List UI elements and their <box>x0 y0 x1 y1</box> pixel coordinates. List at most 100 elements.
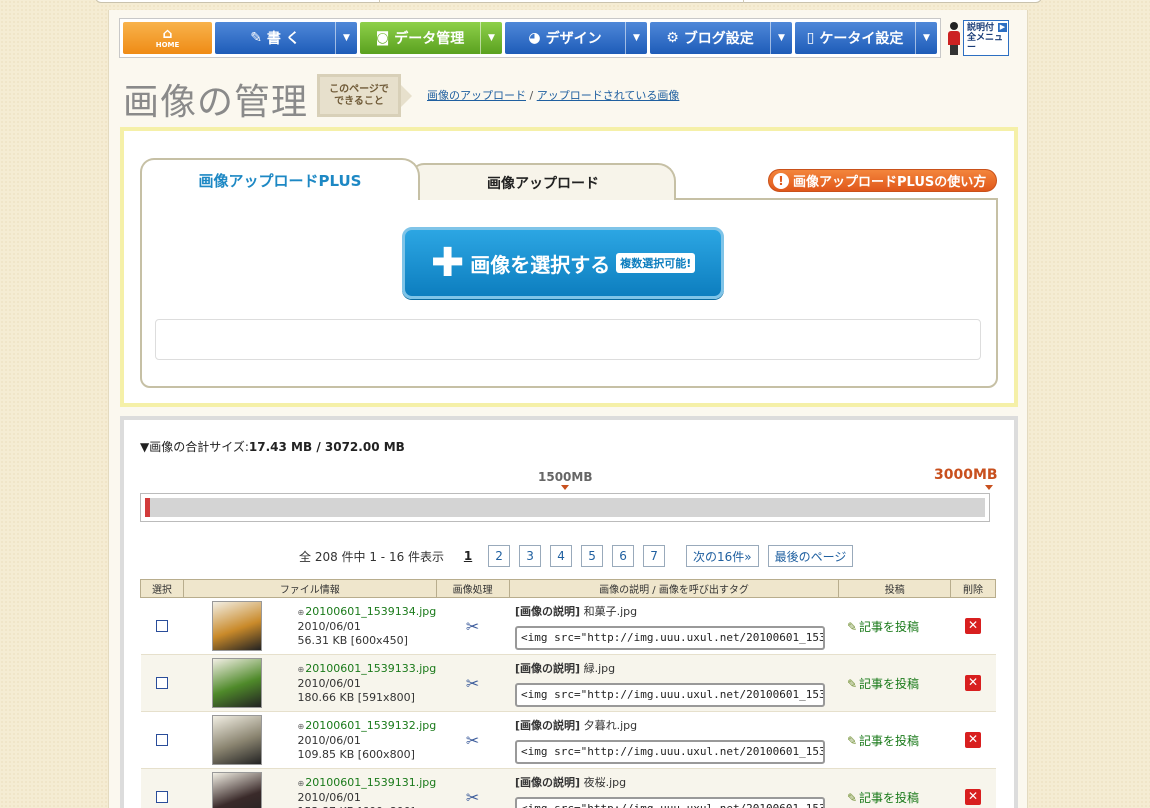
delete-icon[interactable]: ✕ <box>965 618 982 634</box>
image-thumbnail[interactable] <box>212 715 263 765</box>
file-info: 20100601_1539133.jpg2010/06/01180.66 KB … <box>278 662 437 705</box>
breadcrumb: 画像のアップロード / アップロードされている画像 <box>427 87 679 103</box>
col-select: 選択 <box>140 579 184 598</box>
file-name-link[interactable]: 20100601_1539134.jpg <box>298 605 436 620</box>
link-image-upload[interactable]: 画像のアップロード <box>427 89 526 102</box>
description-cell: [画像の説明] 夕暮れ.jpg <img src="http://img.uuu.… <box>509 711 839 769</box>
nav-data-main[interactable]: ◙ データ管理 <box>360 22 480 54</box>
nav-write[interactable]: ✎ 書 く ▼ <box>215 22 357 54</box>
home-icon: ⌂ <box>162 26 173 42</box>
select-checkbox[interactable] <box>155 791 168 803</box>
image-tag-field[interactable]: <img src="http://img.uuu.uxul.net/201006… <box>515 796 826 808</box>
nav-mobile-settings[interactable]: ▯ ケータイ設定 ▼ <box>795 22 937 54</box>
select-checkbox[interactable] <box>155 677 168 689</box>
nav-data-label: データ管理 <box>394 31 465 47</box>
file-size: 180.66 KB [591x800] <box>297 690 415 704</box>
page-link-7[interactable]: 7 <box>643 545 666 567</box>
page-link-2[interactable]: 2 <box>488 545 511 567</box>
nav-design-label: デザイン <box>545 31 602 47</box>
next-page-link[interactable]: 次の16件» <box>686 545 759 567</box>
post-article-link[interactable]: ✎ 記事を投稿 <box>839 675 951 692</box>
tab-image-upload-plus[interactable]: 画像アップロードPLUS <box>140 158 420 200</box>
link-uploaded-images[interactable]: アップロードされている画像 <box>537 89 680 102</box>
select-checkbox[interactable] <box>155 620 168 632</box>
scissors-icon[interactable]: ✂ <box>436 674 509 693</box>
pencil-icon: ✎ <box>250 30 262 46</box>
full-menu-button[interactable]: 説明付 全メニュー ▶ <box>947 20 1011 56</box>
chevron-down-icon[interactable]: ▼ <box>480 22 502 54</box>
file-date: 2010/06/01 <box>297 619 361 633</box>
upload-queue-area <box>155 319 981 360</box>
post-article-link[interactable]: ✎ 記事を投稿 <box>839 732 951 749</box>
upload-panel: ✚ 画像を選択する 複数選択可能! 画像アップロード 画像アップロードPLUS … <box>120 127 1018 407</box>
chevron-down-icon[interactable]: ▼ <box>915 22 937 54</box>
select-image-button[interactable]: ✚ 画像を選択する 複数選択可能! <box>402 227 724 299</box>
page-link-4[interactable]: 4 <box>550 545 573 567</box>
pencil-icon: ✎ <box>846 733 858 748</box>
can-do-line1: このページで <box>329 83 389 95</box>
col-delete: 削除 <box>950 579 996 598</box>
table-row: 20100601_1539133.jpg2010/06/01180.66 KB … <box>140 654 996 712</box>
nav-design-main[interactable]: ◕ デザイン <box>505 22 625 54</box>
page-link-5[interactable]: 5 <box>581 545 604 567</box>
arrow-right-icon: ▶ <box>998 23 1007 32</box>
nav-home-label: HOME <box>155 41 180 49</box>
col-image-process: 画像処理 <box>435 579 510 598</box>
delete-icon[interactable]: ✕ <box>965 789 982 805</box>
page-link-1[interactable]: 1 <box>457 545 479 567</box>
select-checkbox[interactable] <box>155 734 168 746</box>
image-tag-field[interactable]: <img src="http://img.uuu.uxul.net/201006… <box>515 625 826 650</box>
image-tag-field[interactable]: <img src="http://img.uuu.uxul.net/201006… <box>515 739 826 764</box>
tab-image-upload[interactable]: 画像アップロード <box>410 163 676 200</box>
top-strip-divider <box>743 0 744 3</box>
chevron-down-icon[interactable]: ▼ <box>335 22 357 54</box>
mobile-phone-icon: ▯ <box>806 30 815 46</box>
delete-icon[interactable]: ✕ <box>965 675 982 691</box>
post-article-link[interactable]: ✎ 記事を投稿 <box>839 789 951 806</box>
scissors-icon[interactable]: ✂ <box>436 788 509 807</box>
chevron-down-icon[interactable]: ▼ <box>625 22 647 54</box>
file-info: 20100601_1539131.jpg2010/06/01152.87 KB … <box>278 776 437 808</box>
nav-mobile-main[interactable]: ▯ ケータイ設定 <box>795 22 915 54</box>
nav-blog-settings[interactable]: ⚙ ブログ設定 ▼ <box>650 22 792 54</box>
gear-icon: ⚙ <box>666 30 679 46</box>
nav-blog-main[interactable]: ⚙ ブログ設定 <box>650 22 770 54</box>
file-name-link[interactable]: 20100601_1539132.jpg <box>298 719 436 734</box>
table-row: 20100601_1539134.jpg2010/06/0156.31 KB [… <box>140 597 996 655</box>
description-value: 夜桜.jpg <box>583 775 627 789</box>
chevron-down-icon[interactable]: ▼ <box>770 22 792 54</box>
page-link-6[interactable]: 6 <box>612 545 635 567</box>
nav-data[interactable]: ◙ データ管理 ▼ <box>360 22 502 54</box>
select-cell <box>140 654 184 712</box>
total-size: ▼画像の合計サイズ:17.43 MB / 3072.00 MB <box>140 438 405 455</box>
description-label: [画像の説明] <box>515 661 581 675</box>
meter-mark-3000: 3000MB <box>934 467 998 483</box>
image-table: 選択 ファイル情報 画像処理 画像の説明 / 画像を呼び出すタグ 投稿 削除 2… <box>140 579 996 808</box>
page-link-3[interactable]: 3 <box>519 545 542 567</box>
nav-write-main[interactable]: ✎ 書 く <box>215 22 335 54</box>
image-thumbnail[interactable] <box>212 658 263 708</box>
upload-plus-help-button[interactable]: ! 画像アップロードPLUSの使い方 <box>768 169 998 192</box>
image-thumbnail[interactable] <box>212 772 263 808</box>
image-tag-field[interactable]: <img src="http://img.uuu.uxul.net/201006… <box>515 682 826 707</box>
description-value: 和菓子.jpg <box>583 604 638 618</box>
nav-design[interactable]: ◕ デザイン ▼ <box>505 22 647 54</box>
image-thumbnail[interactable] <box>212 601 263 651</box>
scissors-icon[interactable]: ✂ <box>436 617 509 636</box>
post-article-link[interactable]: ✎ 記事を投稿 <box>839 618 951 635</box>
last-page-link[interactable]: 最後のページ <box>767 545 854 567</box>
full-menu-board: 説明付 全メニュー ▶ <box>963 20 1009 56</box>
delete-cell: ✕ <box>950 654 996 712</box>
file-name-link[interactable]: 20100601_1539133.jpg <box>298 662 436 677</box>
guide-person-icon <box>947 21 961 55</box>
top-strip <box>95 0 1042 3</box>
scissors-icon[interactable]: ✂ <box>436 731 509 750</box>
storage-meter-track <box>145 498 985 517</box>
delete-icon[interactable]: ✕ <box>965 732 982 748</box>
col-file-info: ファイル情報 <box>182 579 437 598</box>
description-label: [画像の説明] <box>515 604 581 618</box>
nav-home[interactable]: ⌂ HOME <box>123 22 212 54</box>
file-info: 20100601_1539132.jpg2010/06/01109.85 KB … <box>278 719 437 762</box>
file-name-link[interactable]: 20100601_1539131.jpg <box>298 776 436 791</box>
post-cell: ✎ 記事を投稿 <box>838 597 951 655</box>
